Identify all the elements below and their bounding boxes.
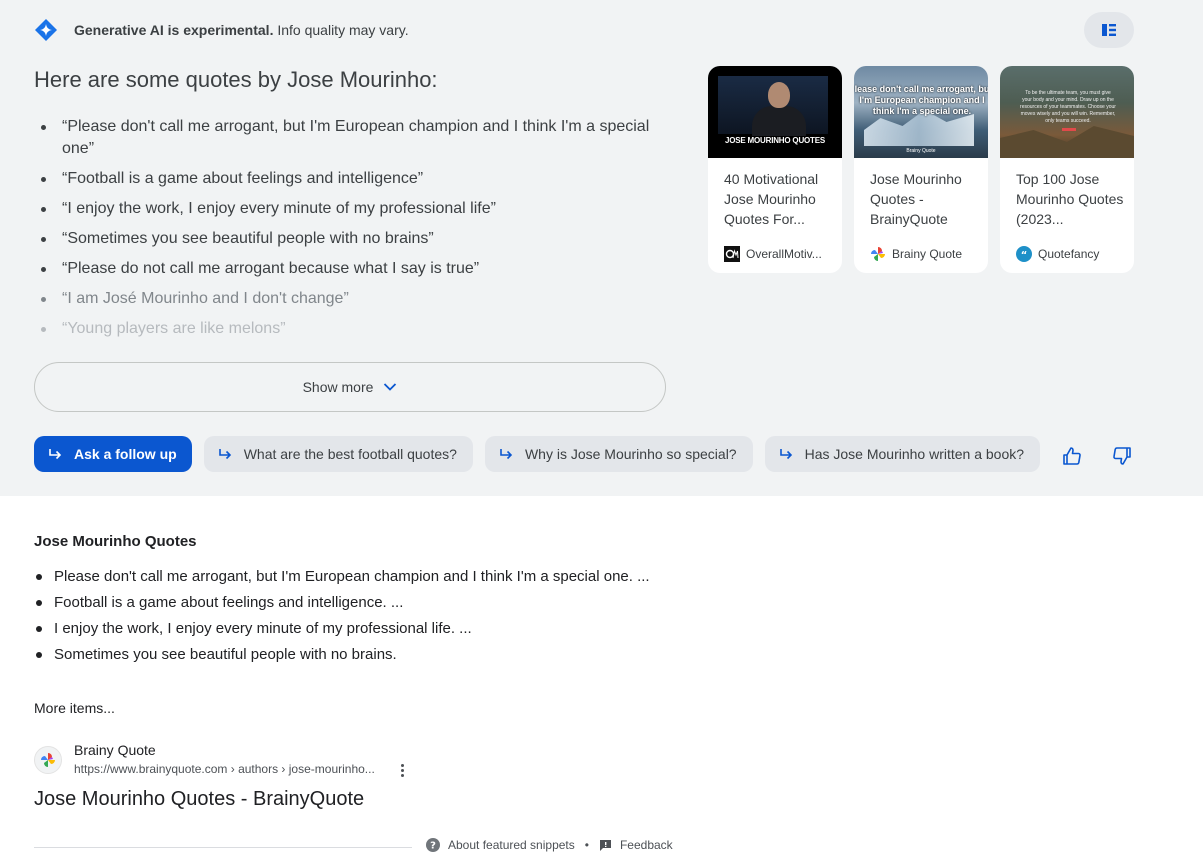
sge-sparkle-icon: [35, 19, 57, 41]
snippet-list: Please don't call me arrogant, but I'm E…: [34, 566, 654, 670]
thumbs-down-button[interactable]: [1110, 444, 1134, 468]
thumbnail-caption: JOSE MOURINHO QUOTES: [724, 136, 825, 145]
generative-ai-panel: Generative AI is experimental. Info qual…: [0, 0, 1203, 496]
card-source-name: Brainy Quote: [892, 247, 963, 261]
about-featured-snippets-link[interactable]: ? About featured snippets: [426, 838, 575, 852]
follow-up-arrow-icon: [218, 449, 231, 460]
svg-text:?: ?: [430, 841, 436, 852]
snippet-footer: ? About featured snippets • Feedback: [426, 838, 673, 852]
card-title: Top 100 Jose Mourinho Quotes (2023...: [1016, 171, 1124, 227]
thumbnail-watermark: Brainy Quote: [906, 148, 936, 154]
source-card[interactable]: lease don't call me arrogant, bu I'm Eur…: [854, 66, 988, 273]
ask-follow-up-label: Ask a follow up: [74, 446, 177, 462]
card-source: Brainy Quote: [870, 246, 962, 262]
about-featured-snippets-label: About featured snippets: [448, 838, 575, 852]
brainyquote-favicon-icon: [870, 246, 886, 262]
source-card[interactable]: JOSE MOURINHO QUOTES 40 Motivational Jos…: [708, 66, 842, 273]
card-title: 40 Motivational Jose Mourinho Quotes For…: [724, 171, 819, 227]
quote-item: “Sometimes you see beautiful people with…: [34, 228, 664, 250]
show-more-label: Show more: [302, 379, 374, 395]
result-title-link[interactable]: Jose Mourinho Quotes - BrainyQuote: [34, 788, 364, 811]
quote-item: “Please do not call me arrogant because …: [34, 258, 664, 280]
quote-item: “I enjoy the work, I enjoy every minute …: [34, 198, 664, 220]
snippet-item: Sometimes you see beautiful people with …: [34, 644, 654, 666]
quote-item: “Please don't call me arrogant, but I'm …: [34, 116, 664, 160]
snippet-item: Football is a game about feelings and in…: [34, 592, 654, 614]
card-source: “ Quotefancy: [1016, 246, 1099, 262]
source-site-name[interactable]: Brainy Quote: [74, 742, 156, 758]
source-card[interactable]: To be the ultimate team, you must give y…: [1000, 66, 1134, 273]
card-source: OverallMotiv...: [724, 246, 822, 262]
brainyquote-favicon-icon: [34, 746, 62, 774]
more-options-icon[interactable]: [394, 760, 410, 780]
card-source-name: Quotefancy: [1038, 247, 1100, 261]
thumbnail-caption: lease don't call me arrogant, bu I'm Eur…: [854, 84, 988, 116]
thumbs-up-button[interactable]: [1060, 444, 1084, 468]
feedback-label: Feedback: [619, 838, 673, 852]
quotefancy-favicon-icon: “: [1016, 246, 1032, 262]
feedback-icon: [599, 839, 611, 851]
suggested-question-label: Why is Jose Mourinho so special?: [524, 446, 737, 462]
followup-bar: Ask a follow up What are the best footba…: [34, 436, 1041, 472]
footer-divider: [34, 847, 412, 848]
thumbs-down-icon: [1113, 447, 1131, 465]
quote-list: “Please don't call me arrogant, but I'm …: [34, 116, 664, 348]
quote-item: “Football is a game about feelings and i…: [34, 168, 664, 190]
follow-up-arrow-icon: [49, 449, 62, 460]
svg-text:“: “: [1021, 250, 1028, 261]
sge-header: Generative AI is experimental. Info qual…: [34, 16, 409, 44]
quote-item: “I am José Mourinho and I don't change”: [34, 288, 664, 310]
card-thumbnail: lease don't call me arrogant, bu I'm Eur…: [854, 66, 988, 158]
suggested-question-chip[interactable]: Why is Jose Mourinho so special?: [484, 436, 753, 472]
chevron-down-icon: [384, 383, 397, 391]
layout-toggle-button[interactable]: [1084, 12, 1134, 48]
footer-separator: •: [584, 838, 589, 852]
source-url[interactable]: https://www.brainyquote.com › authors › …: [74, 762, 375, 776]
snippet-title: Jose Mourinho Quotes: [34, 533, 197, 550]
thumbs-up-icon: [1063, 447, 1081, 465]
card-title: Jose Mourinho Quotes - BrainyQuote: [870, 171, 962, 227]
show-more-button[interactable]: Show more: [34, 362, 666, 412]
help-icon: ?: [426, 838, 440, 852]
suggested-question-label: What are the best football quotes?: [243, 446, 457, 462]
layout-icon: [1102, 24, 1116, 36]
card-thumbnail: To be the ultimate team, you must give y…: [1000, 66, 1134, 158]
suggested-question-label: Has Jose Mourinho written a book?: [804, 446, 1025, 462]
suggested-question-chip[interactable]: What are the best football quotes?: [203, 436, 473, 472]
snippet-item: Please don't call me arrogant, but I'm E…: [34, 566, 654, 588]
feedback-link[interactable]: Feedback: [599, 838, 673, 852]
follow-up-arrow-icon: [779, 449, 792, 460]
ask-follow-up-button[interactable]: Ask a follow up: [34, 436, 192, 472]
follow-up-arrow-icon: [500, 449, 513, 460]
card-source-name: OverallMotiv...: [746, 247, 822, 261]
source-cards: JOSE MOURINHO QUOTES 40 Motivational Jos…: [708, 66, 1134, 273]
more-items-link[interactable]: More items...: [34, 700, 115, 716]
card-thumbnail: JOSE MOURINHO QUOTES: [708, 66, 842, 158]
experimental-notice-rest: Info quality may vary.: [273, 22, 409, 38]
answer-title: Here are some quotes by Jose Mourinho:: [34, 67, 438, 92]
overallmotivation-favicon-icon: [724, 246, 740, 262]
experimental-notice-bold: Generative AI is experimental.: [74, 22, 274, 38]
suggested-question-chip[interactable]: Has Jose Mourinho written a book?: [764, 436, 1041, 472]
thumbnail-caption: To be the ultimate team, you must give y…: [1020, 90, 1116, 124]
quote-item: “Young players are like melons”: [34, 318, 664, 340]
experimental-notice: Generative AI is experimental. Info qual…: [74, 22, 409, 38]
snippet-item: I enjoy the work, I enjoy every minute o…: [34, 618, 654, 640]
